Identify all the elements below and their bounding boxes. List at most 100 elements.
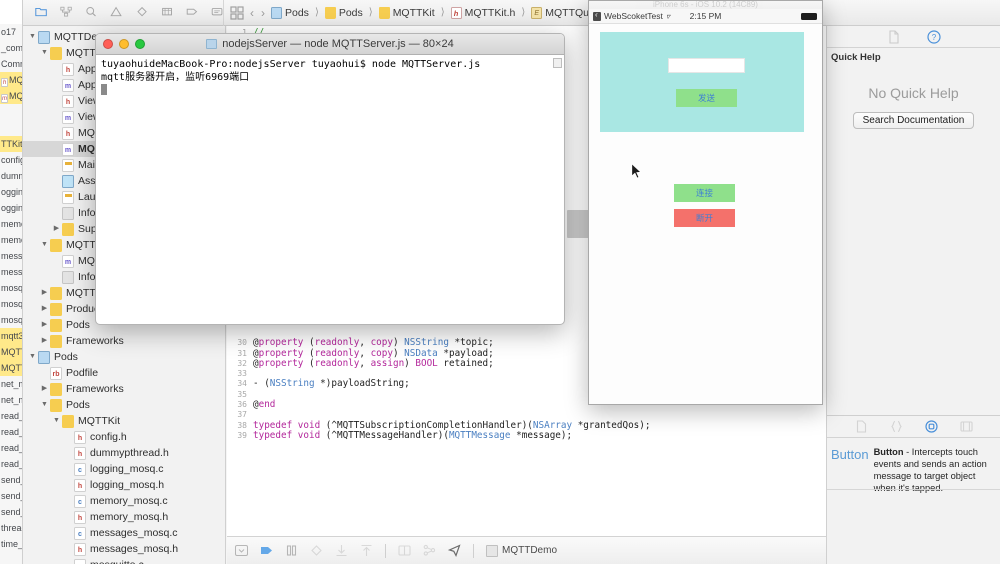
disclosure-triangle-icon[interactable] bbox=[39, 317, 50, 333]
folder-icon[interactable] bbox=[35, 6, 47, 20]
c-file-icon: c bbox=[74, 463, 86, 476]
step-over-icon[interactable] bbox=[310, 544, 323, 557]
file-inspector-icon[interactable] bbox=[887, 30, 901, 44]
ruby-file-icon: rb bbox=[50, 367, 62, 380]
disclosure-triangle-icon[interactable] bbox=[39, 397, 50, 413]
disclosure-triangle-icon[interactable] bbox=[51, 221, 62, 237]
terminal-window[interactable]: nodejsServer — node MQTTServer.js — 80×2… bbox=[95, 33, 565, 325]
disclosure-triangle-icon[interactable] bbox=[27, 29, 38, 45]
library-item-preview: Button bbox=[831, 446, 869, 494]
disclosure-triangle-icon[interactable] bbox=[39, 301, 50, 317]
terminal-output[interactable]: tuyaohuideMacBook-Pro:nodejsServer tuyao… bbox=[96, 55, 564, 100]
terminal-title: nodejsServer — node MQTTServer.js — 80×2… bbox=[96, 38, 564, 50]
line-number: 34 bbox=[227, 379, 253, 389]
folder-icon bbox=[62, 415, 74, 428]
navigator-item[interactable]: rbPodfile bbox=[23, 365, 225, 381]
message-input[interactable] bbox=[668, 58, 745, 73]
disclosure-triangle-icon[interactable] bbox=[39, 237, 50, 253]
terminal-title-bar[interactable]: nodejsServer — node MQTTServer.js — 80×2… bbox=[96, 34, 564, 55]
h-file-icon: h bbox=[1, 78, 8, 87]
warning-icon[interactable] bbox=[110, 6, 122, 20]
related-items-icon[interactable] bbox=[230, 6, 244, 20]
hide-debug-area-icon[interactable] bbox=[235, 544, 248, 557]
header-file-icon: h bbox=[62, 63, 74, 76]
navigator-item-label: mosquitto.c bbox=[90, 557, 144, 564]
report-icon[interactable] bbox=[211, 6, 223, 20]
navigator-item-label: memory_mosq.c bbox=[90, 493, 168, 509]
source-control-icon[interactable] bbox=[60, 6, 72, 20]
line-number: 30 bbox=[227, 338, 253, 348]
battery-icon bbox=[801, 13, 817, 20]
quick-help-title: Quick Help bbox=[827, 48, 1000, 63]
file-template-library-icon[interactable] bbox=[855, 420, 868, 433]
folder-icon bbox=[50, 239, 62, 252]
test-icon[interactable] bbox=[136, 6, 148, 20]
mouse-cursor bbox=[631, 163, 642, 179]
terminal-scrollbar[interactable] bbox=[552, 56, 563, 323]
navigator-item[interactable]: hlogging_mosq.h bbox=[23, 477, 225, 493]
breadcrumb-item-1[interactable]: Pods bbox=[325, 7, 363, 19]
view-hierarchy-icon[interactable] bbox=[398, 544, 411, 557]
terminal-scroll-thumb[interactable] bbox=[553, 58, 562, 68]
navigator-item[interactable]: Frameworks bbox=[23, 381, 225, 397]
disclosure-triangle-icon[interactable] bbox=[27, 349, 38, 365]
go-forward-button[interactable]: › bbox=[260, 6, 266, 20]
disclosure-triangle-icon[interactable] bbox=[39, 381, 50, 397]
search-icon[interactable] bbox=[85, 6, 97, 20]
disclosure-triangle-icon[interactable] bbox=[39, 45, 50, 61]
connect-button[interactable]: 连接 bbox=[674, 184, 735, 202]
disconnect-button[interactable]: 断开 bbox=[674, 209, 735, 227]
debug-bar: MQTTDemo bbox=[227, 536, 826, 564]
disclosure-triangle-icon[interactable] bbox=[51, 413, 62, 429]
cyan-panel: 发送 bbox=[600, 32, 804, 132]
continue-icon[interactable] bbox=[260, 544, 273, 557]
header-file-icon: h bbox=[451, 7, 462, 19]
background-list-label: time_ bbox=[1, 539, 23, 549]
background-list-label: _com bbox=[1, 43, 23, 53]
pause-icon[interactable] bbox=[285, 544, 298, 557]
navigator-item-label: logging_mosq.h bbox=[90, 477, 164, 493]
breadcrumb-item-0[interactable]: Pods bbox=[271, 7, 309, 19]
navigator-item[interactable]: Pods bbox=[23, 397, 225, 413]
navigator-item[interactable]: Pods bbox=[23, 349, 225, 365]
navigator-item[interactable]: cmosquitto.c bbox=[23, 557, 225, 564]
memory-graph-icon[interactable] bbox=[423, 544, 436, 557]
status-time: 2:15 PM bbox=[589, 11, 822, 21]
navigator-item[interactable]: MQTTKit bbox=[23, 413, 225, 429]
object-library-icon[interactable] bbox=[925, 420, 938, 433]
disclosure-triangle-icon[interactable] bbox=[39, 333, 50, 349]
disclosure-triangle-icon[interactable] bbox=[39, 285, 50, 301]
breadcrumb-label: MQTTKit bbox=[393, 7, 435, 19]
navigator-item[interactable]: Frameworks bbox=[23, 333, 225, 349]
go-back-button[interactable]: ‹ bbox=[249, 6, 255, 20]
simulator-screen[interactable]: 发送 连接 断开 bbox=[589, 24, 822, 404]
step-into-icon[interactable] bbox=[335, 544, 348, 557]
debug-scheme[interactable]: MQTTDemo bbox=[486, 545, 557, 557]
folder-icon bbox=[50, 319, 62, 332]
ios-simulator-window[interactable]: iPhone 6s - iOS 10.2 (14C89) WebScoketTe… bbox=[588, 0, 823, 405]
svg-text:?: ? bbox=[931, 33, 936, 42]
header-file-icon: h bbox=[74, 447, 86, 460]
breakpoint-icon[interactable] bbox=[186, 6, 198, 20]
breadcrumb-item-2[interactable]: MQTTKit bbox=[379, 7, 435, 19]
navigator-item[interactable]: hmemory_mosq.h bbox=[23, 509, 225, 525]
m-file-icon: m bbox=[1, 94, 8, 103]
navigator-item[interactable]: clogging_mosq.c bbox=[23, 461, 225, 477]
send-button[interactable]: 发送 bbox=[676, 89, 737, 107]
navigator-item[interactable]: hconfig.h bbox=[23, 429, 225, 445]
divider bbox=[473, 544, 474, 558]
library-item-description[interactable]: Button Button - Intercepts touch events … bbox=[827, 444, 1000, 494]
navigator-item[interactable]: cmessages_mosq.c bbox=[23, 525, 225, 541]
search-documentation-button[interactable]: Search Documentation bbox=[853, 112, 975, 129]
step-out-icon[interactable] bbox=[360, 544, 373, 557]
debug-icon[interactable] bbox=[161, 6, 173, 20]
navigator-item[interactable]: hdummypthread.h bbox=[23, 445, 225, 461]
location-icon[interactable] bbox=[448, 544, 461, 557]
navigator-item[interactable]: hmessages_mosq.h bbox=[23, 541, 225, 557]
folder-icon bbox=[50, 399, 62, 412]
navigator-item[interactable]: cmemory_mosq.c bbox=[23, 493, 225, 509]
quick-help-icon[interactable]: ? bbox=[927, 30, 941, 44]
media-library-icon[interactable] bbox=[960, 420, 973, 433]
code-snippet-library-icon[interactable] bbox=[890, 420, 903, 433]
breadcrumb-item-3[interactable]: h MQTTKit.h bbox=[451, 7, 516, 19]
